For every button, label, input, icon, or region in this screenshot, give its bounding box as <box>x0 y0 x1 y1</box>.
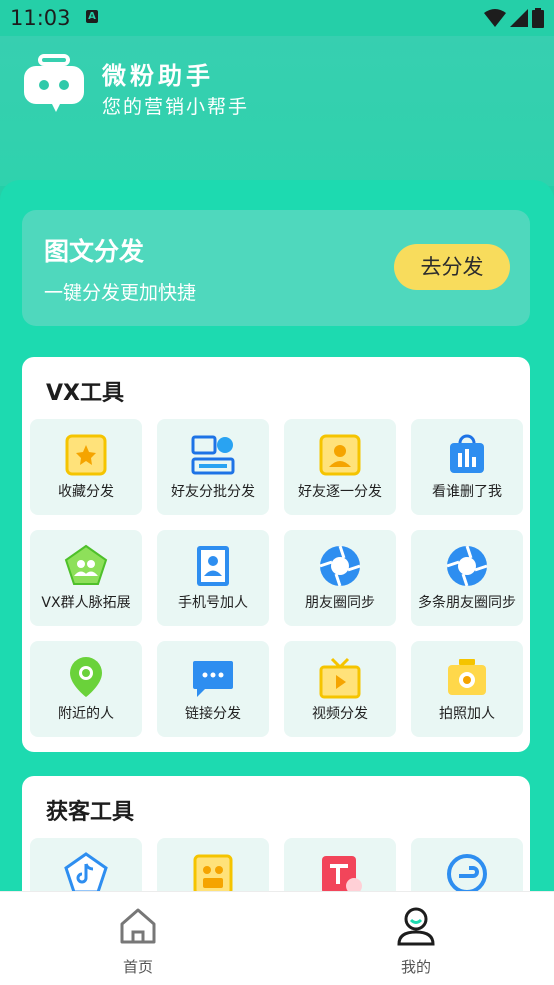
app-name: 微粉助手 <box>102 62 214 90</box>
tool-moments-sync[interactable]: 朋友圈同步 <box>284 530 396 626</box>
tv-play-icon <box>319 657 361 699</box>
tool-label: 好友逐一分发 <box>298 484 382 500</box>
bottom-tab-bar: 首页 我的 <box>0 891 554 985</box>
tab-home-label: 首页 <box>122 958 153 976</box>
main-content: 图文分发 一键分发更加快捷 去分发 VX工具 收藏分发 好友分批分发 好友逐一分… <box>0 180 554 916</box>
tool-label: 视频分发 <box>312 706 368 722</box>
tool-vx-group-expand[interactable]: VX群人脉拓展 <box>30 530 142 626</box>
circle-arrow-icon <box>447 854 487 894</box>
tool-who-deleted-me[interactable]: 看谁删了我 <box>411 419 523 515</box>
tool-label: 拍照加人 <box>439 706 495 722</box>
tool-photo-add[interactable]: 拍照加人 <box>411 641 523 737</box>
tool-batch-friend-distribute[interactable]: 好友分批分发 <box>157 419 269 515</box>
red-book-icon <box>322 856 362 894</box>
camera-icon <box>448 659 486 695</box>
user-icon <box>397 907 435 946</box>
tool-multi-moments-sync[interactable]: 多条朋友圈同步 <box>411 530 523 626</box>
friend-cards-icon <box>191 435 235 475</box>
tool-link-distribute[interactable]: 链接分发 <box>157 641 269 737</box>
promo-banner: 图文分发 一键分发更加快捷 去分发 <box>22 210 530 326</box>
chat-bubble-icon <box>193 661 233 697</box>
tool-favorite-distribute[interactable]: 收藏分发 <box>30 419 142 515</box>
promo-title: 图文分发 <box>44 237 145 266</box>
tiktok-pentagon-icon <box>64 852 108 894</box>
contact-card-icon <box>319 434 361 476</box>
kuaishou-icon <box>193 854 233 896</box>
tool-label: 好友分批分发 <box>171 484 255 500</box>
location-pin-icon <box>70 657 102 697</box>
vx-tools-title: VX工具 <box>46 381 124 406</box>
tool-label: 链接分发 <box>185 706 241 722</box>
tab-mine[interactable]: 我的 <box>346 892 486 985</box>
go-distribute-button[interactable]: 去分发 <box>394 244 510 290</box>
tool-video-distribute[interactable]: 视频分发 <box>284 641 396 737</box>
tool-nearby-people[interactable]: 附近的人 <box>30 641 142 737</box>
star-badge-icon <box>65 434 107 476</box>
phone-contact-icon <box>197 546 229 586</box>
aperture-icon <box>446 545 488 587</box>
status-time: 11:03 <box>10 6 71 30</box>
vx-tools-card: VX工具 收藏分发 好友分批分发 好友逐一分发 看谁删了我 VX群人脉拓展 手机… <box>22 357 530 752</box>
promo-subtitle: 一键分发更加快捷 <box>44 282 197 304</box>
aperture-icon <box>319 545 361 587</box>
tool-label: VX群人脉拓展 <box>41 595 131 611</box>
tab-home[interactable]: 首页 <box>68 892 208 985</box>
tool-phone-add[interactable]: 手机号加人 <box>157 530 269 626</box>
signal-icon <box>510 9 528 27</box>
tool-label: 收藏分发 <box>58 484 114 500</box>
lead-tools-title: 获客工具 <box>46 800 135 825</box>
group-pentagon-icon <box>64 544 108 585</box>
tool-label: 朋友圈同步 <box>305 595 375 611</box>
tab-mine-label: 我的 <box>400 958 431 976</box>
tool-single-friend-distribute[interactable]: 好友逐一分发 <box>284 419 396 515</box>
bag-chart-icon <box>450 434 484 473</box>
tool-label: 多条朋友圈同步 <box>418 595 516 611</box>
notification-a-icon: A <box>86 10 98 23</box>
status-bar: 11:03 A <box>0 0 554 36</box>
vx-tools-grid: 收藏分发 好友分批分发 好友逐一分发 看谁删了我 VX群人脉拓展 手机号加人 朋… <box>30 419 523 737</box>
tool-label: 附近的人 <box>58 706 114 722</box>
robot-logo-icon <box>24 54 84 112</box>
app-tagline: 您的营销小帮手 <box>102 96 250 118</box>
tool-label: 手机号加人 <box>178 595 248 611</box>
wifi-icon <box>484 9 506 27</box>
home-icon <box>120 908 156 944</box>
battery-icon <box>532 8 544 28</box>
tool-label: 看谁删了我 <box>432 484 502 500</box>
